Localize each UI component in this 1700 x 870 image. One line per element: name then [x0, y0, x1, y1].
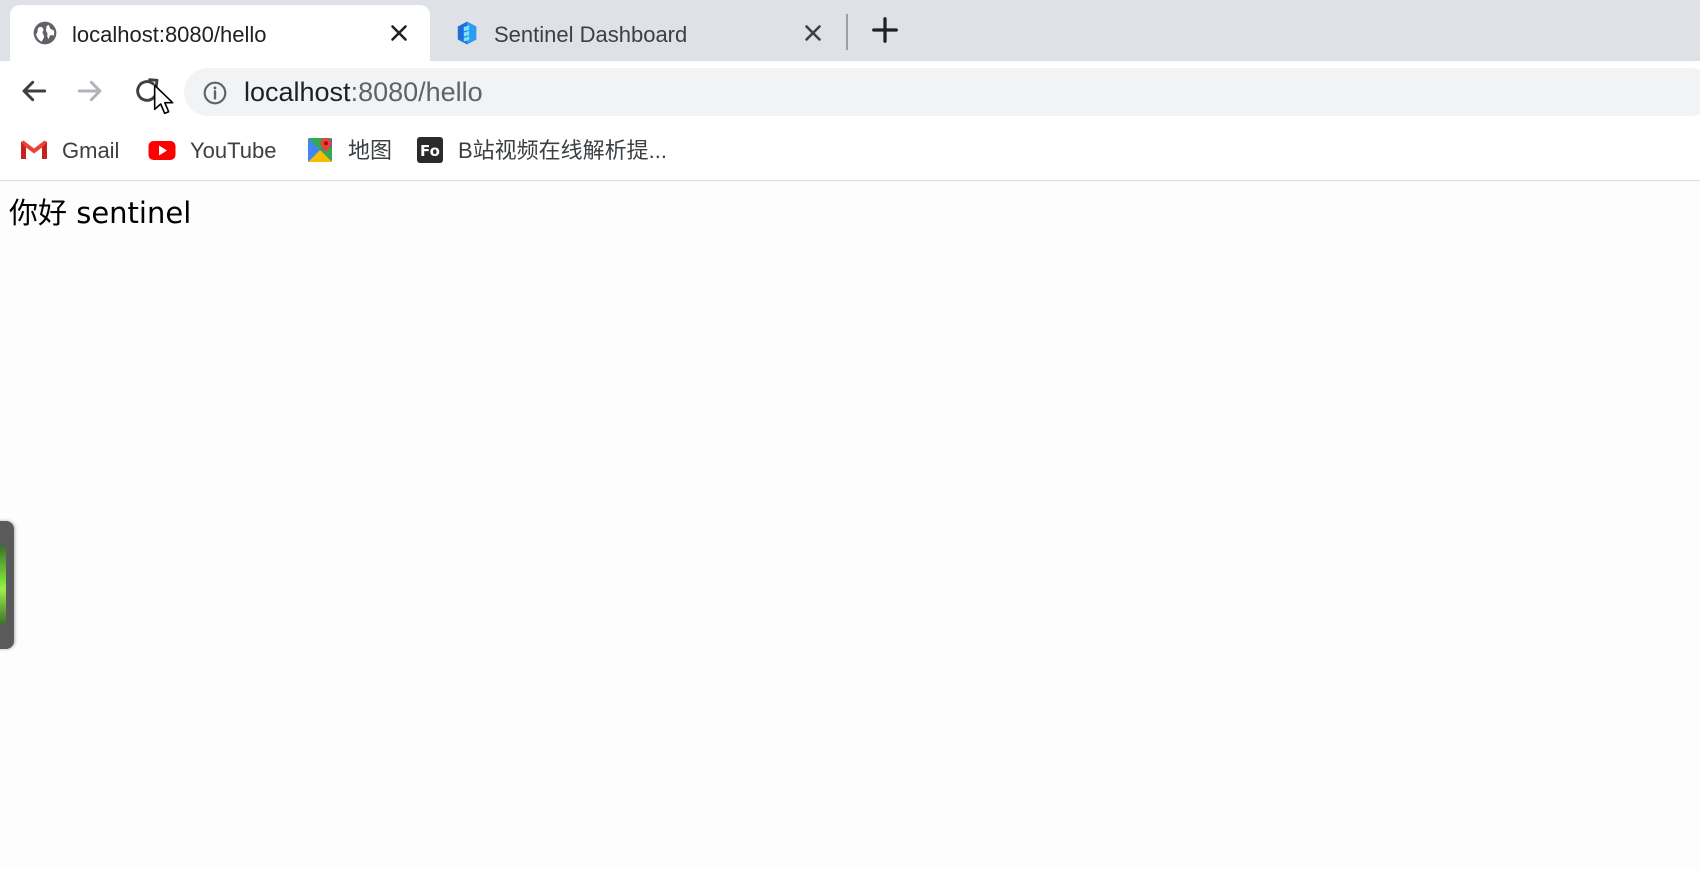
- bookmark-label: B站视频在线解析提...: [458, 138, 668, 163]
- side-widget-indicator: [0, 545, 6, 625]
- close-icon[interactable]: [386, 20, 412, 46]
- gmail-icon: [21, 140, 47, 159]
- page-greeting-text: 你好 sentinel: [9, 196, 192, 230]
- info-icon[interactable]: [202, 80, 228, 106]
- arrow-left-icon[interactable]: [18, 75, 50, 107]
- tab-separator: [846, 14, 848, 50]
- tab-sentinel-dashboard[interactable]: Sentinel Dashboard: [432, 5, 844, 61]
- plus-icon[interactable]: [870, 15, 900, 45]
- svg-text:Fo: Fo: [420, 142, 440, 160]
- tab-strip: localhost:8080/hello Sentinel Dashboard: [0, 0, 1700, 61]
- mouse-cursor-icon: [153, 84, 174, 115]
- bookmark-label: YouTube: [190, 138, 277, 163]
- address-bar-url[interactable]: localhost:8080/hello: [244, 77, 483, 107]
- toolbar: localhost:8080/hello: [0, 61, 1700, 121]
- sentinel-logo-icon: [457, 21, 477, 45]
- arrow-right-icon[interactable]: [74, 75, 106, 107]
- page-content: 你好 sentinel: [0, 181, 1700, 870]
- close-icon[interactable]: [800, 20, 826, 46]
- url-path: :8080/hello: [350, 77, 483, 107]
- side-floating-widget[interactable]: [0, 521, 14, 649]
- globe-icon: [33, 21, 57, 45]
- bookmark-label: Gmail: [62, 138, 120, 163]
- youtube-icon: [148, 141, 176, 160]
- url-host: localhost: [244, 77, 351, 107]
- maps-icon: [308, 138, 332, 162]
- bookmarks-bar: Gmail YouTube 地图 Fo B站视频在线解析提...: [0, 121, 1700, 181]
- tab-localhost-hello[interactable]: localhost:8080/hello: [10, 5, 430, 61]
- browser-window: localhost:8080/hello Sentinel Dashboard: [0, 0, 1700, 870]
- bookmark-label: 地图: [348, 138, 393, 163]
- tab-title: localhost:8080/hello: [72, 22, 267, 47]
- tab-title: Sentinel Dashboard: [494, 22, 688, 47]
- address-bar[interactable]: localhost:8080/hello: [184, 68, 1700, 116]
- fo-icon: Fo: [417, 137, 443, 163]
